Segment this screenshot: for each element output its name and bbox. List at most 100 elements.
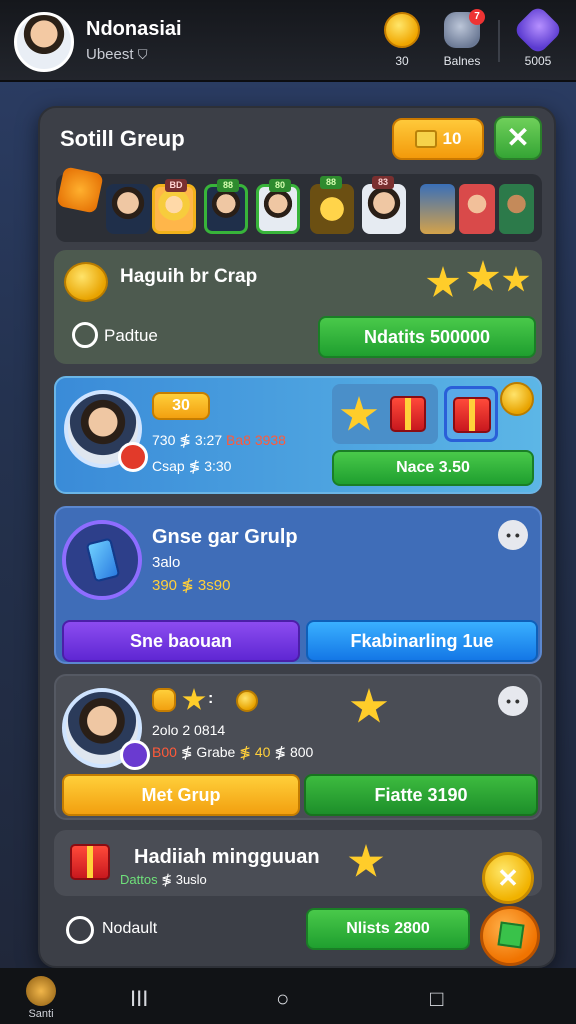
cube-fab-button[interactable] [480, 906, 540, 966]
guide-line-2: 390 ≸ 3s90 [152, 577, 231, 594]
member-line-2: B00 ≸ Grabe ≸ 40 ≸ 800 [152, 744, 313, 761]
weekly-title: Hadiiah mingguuan [134, 846, 320, 868]
bottom-navbar: Santi III ○ □ [0, 968, 576, 1024]
bank-icon: 7 [444, 9, 485, 48]
member-card: : • • 2olo 2 0814 B00 ≸ Grabe ≸ 40 ≸ 800… [54, 674, 542, 820]
member-strip: BD 88 80 88 83 [56, 166, 542, 242]
member-tag: 88 [320, 176, 342, 189]
player-card: 30 730 ≸ 3:27 Ba8 3938 Csap ≸ 3:30 Nace … [54, 376, 542, 494]
medal-icon [118, 442, 148, 472]
guide-card: Gnse gar Grulp 3alo 390 ≸ 3s90 • • Sne b… [54, 506, 542, 664]
weekly-sub-end: ≸ 3uslo [161, 872, 207, 887]
nav-home-label: Santi [28, 1008, 54, 1020]
player-action-button[interactable]: Nace 3.50 [332, 450, 534, 486]
coins-counter[interactable]: 30 [372, 12, 432, 68]
user-status: Ubeest ⛉ [86, 46, 147, 63]
star-icon [348, 844, 384, 877]
player-stats-red: Ba8 3938 [226, 432, 286, 448]
task-card: Haguih br Crap Padtue Ndatits 500000 [54, 250, 542, 364]
member-icons-sep: : [208, 690, 214, 707]
star-icon [340, 396, 378, 431]
thumbnail-group[interactable] [420, 184, 534, 234]
chat-icon [72, 322, 98, 348]
system-back-button[interactable]: □ [430, 986, 443, 1012]
gems-counter[interactable]: 5005 [508, 4, 568, 68]
level-chip-value: 30 [172, 397, 190, 414]
group-panel: Sotill Greup 10 ✕ BD 88 80 88 83 Haguih … [38, 106, 556, 968]
close-button[interactable]: ✕ [494, 116, 542, 160]
guide-right-button[interactable]: Fkabinarling 1ue [306, 620, 538, 662]
gift-avatar-icon[interactable]: 88 [310, 176, 354, 234]
system-home-button[interactable]: ○ [276, 986, 289, 1012]
reward-box [332, 384, 438, 444]
profile-avatar[interactable] [14, 12, 74, 72]
member-avatar[interactable] [106, 184, 150, 234]
member-avatar[interactable]: BD [152, 179, 196, 234]
top-header: Ndonasiai Ubeest ⛉ 30 7 Balnes 5005 [0, 0, 576, 82]
task-action-button[interactable]: Ndatits 500000 [318, 316, 536, 358]
join-group-label: Met Grup [141, 784, 221, 805]
member-avatar[interactable]: 88 [204, 179, 248, 234]
more-options-button[interactable]: • • [498, 520, 528, 550]
more-options-button[interactable]: • • [498, 686, 528, 716]
chest-coin-value: 10 [442, 129, 462, 148]
star-badge-icon [56, 166, 104, 214]
user-name: Ndonasiai [86, 18, 182, 40]
member-tag: 88 [217, 179, 239, 192]
medal-icon [120, 740, 150, 770]
player-stats: 730 ≸ 3:27 Ba8 3938 [152, 432, 286, 449]
member-line-2-end: ≸ 800 [274, 744, 314, 760]
thumbnail [498, 184, 534, 234]
coin-icon [500, 382, 534, 416]
coin-chip-icon [152, 688, 176, 712]
bank-label: Balnes [443, 54, 481, 68]
shield-icon: ⛉ [137, 47, 148, 62]
member-line-2-red: B00 [152, 744, 177, 760]
phone-icon [85, 537, 121, 583]
gift-icon [70, 844, 110, 880]
gift-icon [390, 396, 426, 432]
star-icon [350, 688, 388, 723]
gift-slot[interactable] [444, 386, 498, 442]
guide-title: Gnse gar Grulp [152, 526, 298, 548]
player-group-line: Csap ≸ 3:30 [152, 458, 232, 474]
chat-icon [66, 916, 94, 944]
join-group-button[interactable]: Met Grup [62, 774, 300, 816]
weekly-reward-card: Hadiiah mingguuan Dattos ≸ 3uslo [54, 830, 542, 896]
chest-icon [414, 130, 437, 148]
weekly-sub-green: Dattos [120, 872, 158, 887]
cube-icon [497, 921, 525, 949]
footer-label: Nodault [102, 920, 158, 937]
thumbnail [459, 184, 495, 234]
nav-home-tab[interactable]: Santi [20, 976, 62, 1020]
player-stats-main: 730 ≸ 3:27 [152, 432, 223, 448]
level-chip[interactable]: 30 [152, 392, 210, 420]
guide-left-button[interactable]: Sne baouan [62, 620, 300, 662]
gems-value: 5005 [524, 54, 552, 68]
member-tag: 83 [372, 176, 394, 189]
heart-icon [512, 4, 564, 56]
divider [498, 20, 500, 62]
task-sub-label: Padtue [104, 326, 158, 345]
star-icon [466, 260, 500, 291]
coin-icon [384, 12, 420, 48]
panel-title: Sotill Greup [60, 126, 185, 151]
member-avatar[interactable]: 83 [362, 176, 406, 234]
recent-apps-button[interactable]: III [130, 986, 148, 1012]
ring-icon [64, 262, 108, 302]
bank-button[interactable]: 7 Balnes [432, 9, 492, 68]
member-line-2-mid: ≸ Grabe [180, 744, 236, 760]
footer-action-button[interactable]: Nlists 2800 [306, 908, 470, 950]
coin-icon [236, 690, 258, 712]
gift-icon [453, 397, 491, 433]
guide-line-1: 3alo [152, 554, 181, 571]
cancel-fab-button[interactable]: ✕ [482, 852, 534, 904]
coins-value: 30 [395, 54, 409, 68]
star-icon [502, 266, 530, 292]
task-title: Haguih br Crap [120, 266, 258, 287]
home-icon [26, 976, 56, 1006]
member-avatar[interactable]: 80 [256, 179, 300, 234]
chest-coin-button[interactable]: 10 [392, 118, 484, 160]
member-right-button[interactable]: Fiatte 3190 [304, 774, 538, 816]
weekly-sub: Dattos ≸ 3uslo [120, 872, 207, 888]
